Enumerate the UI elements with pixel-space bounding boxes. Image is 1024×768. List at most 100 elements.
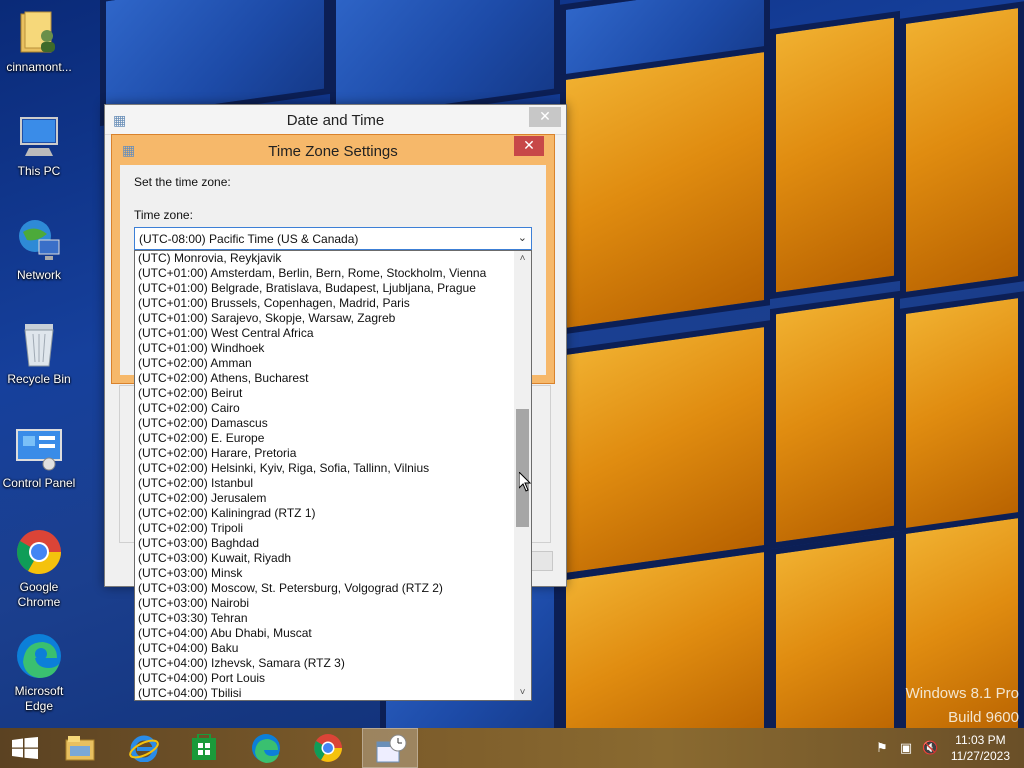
set-time-zone-label: Set the time zone: [134,175,231,189]
taskbar-date-time[interactable] [362,728,418,768]
time-zone-option[interactable]: (UTC+04:00) Tbilisi [135,686,514,700]
wallpaper-pane [560,45,770,335]
network-icon [15,216,63,264]
desktop-icon-label: Control Panel [2,476,76,490]
time-zone-option[interactable]: (UTC+03:00) Moscow, St. Petersburg, Volg… [135,581,514,596]
desktop-icon-this-pc[interactable]: This PC [0,112,78,179]
desktop-icon-label: Recycle Bin [7,372,71,386]
time-zone-close-button[interactable]: ✕ [514,136,544,156]
desktop-icon-control-panel[interactable]: Control Panel [0,424,78,491]
desktop-icon-label: This PC [17,164,61,178]
time-zone-option[interactable]: (UTC+02:00) Jerusalem [135,491,514,506]
wallpaper-pane [560,545,770,728]
wallpaper-pane [770,530,900,728]
desktop-icon-label: Microsoft Edge [14,684,64,713]
date-and-time-titlebar[interactable]: ▦ Date and Time ✕ [105,105,566,135]
time-zone-option[interactable]: (UTC+02:00) Kaliningrad (RTZ 1) [135,506,514,521]
time-zone-selected-value: (UTC-08:00) Pacific Time (US & Canada) [139,232,359,246]
time-zone-option[interactable]: (UTC+03:00) Baghdad [135,536,514,551]
scroll-down-arrow-icon[interactable]: ˅ [514,685,531,700]
desktop-icon-network[interactable]: Network [0,216,78,283]
time-zone-option[interactable]: (UTC+04:00) Abu Dhabi, Muscat [135,626,514,641]
taskbar-internet-explorer[interactable] [116,728,172,768]
time-zone-option[interactable]: (UTC) Monrovia, Reykjavik [135,251,514,266]
time-zone-option[interactable]: (UTC+01:00) West Central Africa [135,326,514,341]
volume-muted-icon[interactable]: 🔇 [922,740,938,756]
time-zone-option[interactable]: (UTC+01:00) Belgrade, Bratislava, Budape… [135,281,514,296]
clock-time: 11:03 PM [955,733,1006,747]
internet-explorer-icon [129,735,159,762]
desktop-icon-label: Google Chrome [17,580,61,609]
network-tray-icon[interactable]: ▣ [898,740,914,756]
time-zone-option[interactable]: (UTC+02:00) E. Europe [135,431,514,446]
desktop-icon-google-chrome[interactable]: Google Chrome [0,528,78,610]
time-zone-option[interactable]: (UTC+01:00) Amsterdam, Berlin, Bern, Rom… [135,266,514,281]
desktop-icon-user-folder[interactable]: cinnamont... [0,8,78,75]
start-button[interactable] [0,728,56,768]
taskbar-edge[interactable] [238,728,294,768]
time-zone-option[interactable]: (UTC+03:30) Tehran [135,611,514,626]
wallpaper-pane [900,291,1024,539]
desktop-icon-label: cinnamont... [6,60,72,74]
time-zone-settings-title: Time Zone Settings [268,143,398,160]
computer-icon [15,112,63,160]
desktop-icon-microsoft-edge[interactable]: Microsoft Edge [0,632,78,714]
wallpaper-pane [770,10,900,300]
scroll-thumb[interactable] [516,409,529,527]
desktop-icon-label: Network [16,268,61,282]
time-zone-option[interactable]: (UTC+03:00) Kuwait, Riyadh [135,551,514,566]
time-zone-option[interactable]: (UTC+02:00) Cairo [135,401,514,416]
time-zone-option[interactable]: (UTC+01:00) Windhoek [135,341,514,356]
time-zone-option[interactable]: (UTC+02:00) Athens, Bucharest [135,371,514,386]
windows-edition-watermark: Windows 8.1 Pro [905,685,1019,702]
time-zone-option[interactable]: (UTC+02:00) Helsinki, Kyiv, Riga, Sofia,… [135,461,514,476]
time-zone-label: Time zone: [134,208,193,222]
time-zone-option[interactable]: (UTC+04:00) Port Louis [135,671,514,686]
wallpaper-pane [770,290,900,550]
time-zone-option[interactable]: (UTC+03:00) Minsk [135,566,514,581]
taskbar-clock[interactable]: 11:03 PM 11/27/2023 [951,732,1010,764]
date-time-partial-button[interactable] [529,551,553,571]
date-and-time-title: Date and Time [286,112,385,129]
edge-icon [15,632,63,680]
time-zone-option[interactable]: (UTC+04:00) Baku [135,641,514,656]
user-folder-icon [15,8,63,56]
edge-icon [252,734,280,763]
taskbar-chrome[interactable] [300,728,356,768]
time-zone-list-items: (UTC) Monrovia, Reykjavik (UTC+01:00) Ams… [135,251,514,700]
recycle-bin-icon [15,320,63,368]
time-zone-option[interactable]: (UTC+02:00) Tripoli [135,521,514,536]
chrome-icon [15,528,63,576]
wallpaper-pane [900,1,1024,299]
time-zone-settings-titlebar[interactable]: ▦ Time Zone Settings ✕ [112,135,554,165]
scroll-up-arrow-icon[interactable]: ˄ [514,251,531,266]
chrome-icon [314,734,342,762]
taskbar-store[interactable] [176,728,232,768]
windows-build-watermark: Build 9600 [948,709,1019,726]
flag-icon[interactable]: ⚑ [874,740,890,756]
clock-date: 11/27/2023 [950,749,1010,763]
time-zone-option[interactable]: (UTC+01:00) Brussels, Copenhagen, Madrid… [135,296,514,311]
time-zone-option[interactable]: (UTC+02:00) Istanbul [135,476,514,491]
store-icon [192,734,216,760]
file-explorer-icon [65,736,95,761]
start-icon [12,737,38,759]
control-panel-icon [15,424,63,472]
wallpaper-pane [560,320,770,580]
time-zone-combobox[interactable]: (UTC-08:00) Pacific Time (US & Canada) ⌄ [134,227,532,250]
desktop-icon-recycle-bin[interactable]: Recycle Bin [0,320,78,387]
taskbar: ⚑ ▣ 🔇 11:03 PM 11/27/2023 [0,728,1024,768]
time-zone-option[interactable]: (UTC+02:00) Damascus [135,416,514,431]
time-zone-option[interactable]: (UTC+02:00) Beirut [135,386,514,401]
time-zone-dropdown-list[interactable]: (UTC) Monrovia, Reykjavik (UTC+01:00) Ams… [134,250,532,701]
time-zone-option[interactable]: (UTC+02:00) Amman [135,356,514,371]
chevron-down-icon[interactable]: ⌄ [518,231,527,244]
time-zone-option[interactable]: (UTC+04:00) Izhevsk, Samara (RTZ 3) [135,656,514,671]
date-and-time-close-button[interactable]: ✕ [529,107,561,127]
date-time-icon [376,734,407,763]
taskbar-file-explorer[interactable] [52,728,108,768]
time-zone-option[interactable]: (UTC+03:00) Nairobi [135,596,514,611]
mouse-cursor-icon [519,472,531,492]
time-zone-option[interactable]: (UTC+02:00) Harare, Pretoria [135,446,514,461]
time-zone-option[interactable]: (UTC+01:00) Sarajevo, Skopje, Warsaw, Za… [135,311,514,326]
